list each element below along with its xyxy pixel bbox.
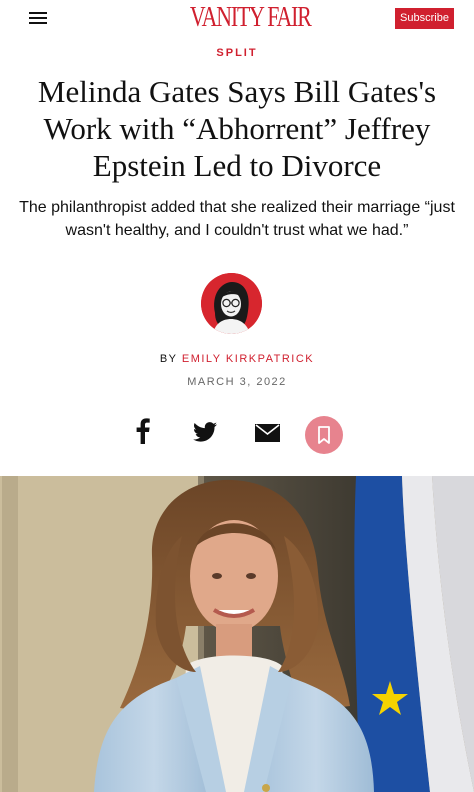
facebook-icon xyxy=(136,418,150,444)
facebook-share-button[interactable] xyxy=(126,418,160,454)
publish-date: MARCH 3, 2022 xyxy=(187,376,287,388)
article-dek: The philanthropist added that she realiz… xyxy=(19,199,455,239)
email-share-button[interactable] xyxy=(250,418,284,454)
hamburger-menu-icon[interactable] xyxy=(29,11,47,27)
hero-image xyxy=(0,476,474,792)
vanity-fair-logo[interactable]: VANITY FAIR xyxy=(190,3,312,37)
email-icon xyxy=(254,424,280,442)
twitter-share-button[interactable] xyxy=(188,418,222,454)
twitter-icon xyxy=(193,422,217,442)
article-headline: Melinda Gates Says Bill Gates's Work wit… xyxy=(37,74,437,183)
bookmark-button[interactable] xyxy=(305,416,343,454)
author-link[interactable]: EMILY KIRKPATRICK xyxy=(182,353,314,365)
byline-prefix: BY xyxy=(159,353,178,365)
section-label[interactable]: SPLIT xyxy=(0,47,474,59)
bookmark-icon xyxy=(318,426,330,444)
byline: BY EMILY KIRKPATRICK xyxy=(0,353,474,365)
subscribe-button[interactable]: Subscribe xyxy=(395,8,454,29)
top-bar: VANITY FAIR Subscribe xyxy=(0,0,474,38)
author-avatar[interactable] xyxy=(201,273,262,334)
